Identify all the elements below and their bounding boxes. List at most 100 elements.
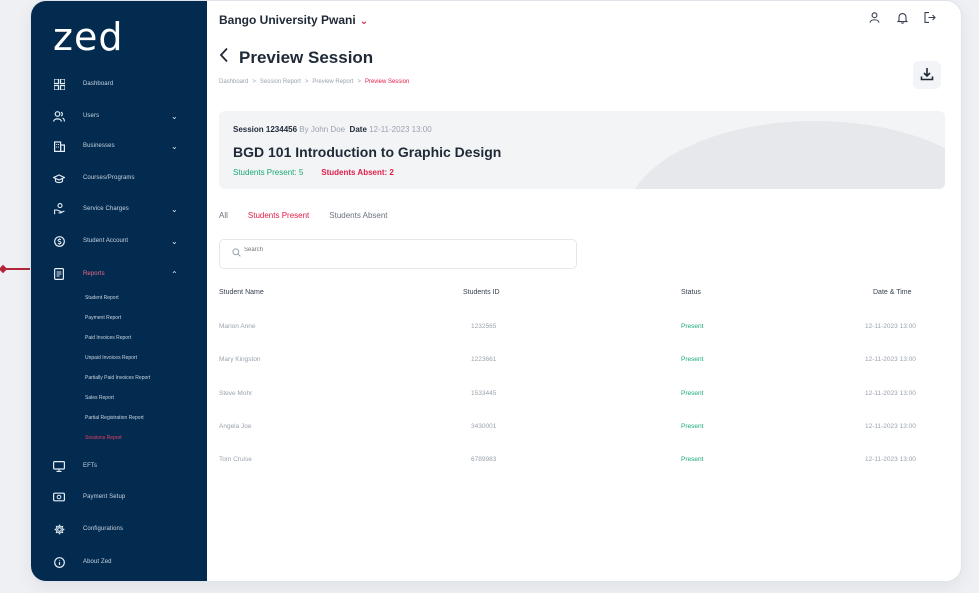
user-icon[interactable]	[867, 12, 881, 24]
download-icon	[920, 67, 934, 84]
university-selector[interactable]: Bango University Pwani ⌄	[219, 13, 368, 27]
sidebar-item-label: Student Account	[83, 238, 129, 244]
sidebar-subitem-student-report[interactable]: Student Report	[85, 295, 119, 301]
session-author: By John Doe	[299, 125, 346, 134]
university-name: Bango University Pwani	[219, 13, 356, 27]
student-id: 6789983	[471, 456, 497, 463]
student-id: 1533445	[471, 390, 497, 397]
sidebar: zed Dashboard Users ⌄ Businesses ⌄ Cours…	[31, 1, 207, 581]
table-row[interactable]: Mary Kingston 1223661 Present 12-11-2023…	[219, 356, 945, 390]
table-row[interactable]: Tom Cruise 6789983 Present 12-11-2023 13…	[219, 456, 945, 490]
sidebar-item-label: EFTs	[83, 463, 98, 469]
sidebar-item-label: Businesses	[83, 143, 115, 149]
table-row[interactable]: Angela Joe 3430001 Present 12-11-2023 13…	[219, 423, 945, 457]
sidebar-subitem-paid-invoices-report[interactable]: Paid Invoices Report	[85, 335, 131, 341]
student-name: Steve Mohr	[219, 390, 253, 397]
sidebar-subitem-sessions-report[interactable]: Sessions Report	[85, 435, 122, 441]
student-name: Marion Anne	[219, 323, 256, 330]
sidebar-subitem-partially-paid-invoices-report[interactable]: Partially Paid Invoices Report	[85, 375, 150, 381]
table-row[interactable]: Steve Mohr 1533445 Present 12-11-2023 13…	[219, 390, 945, 424]
breadcrumb-separator: >	[357, 79, 361, 85]
column-header-student-name[interactable]: Student Name	[219, 289, 264, 296]
chevron-down-icon: ⌄	[359, 16, 369, 27]
sidebar-subitem-partial-registration-report[interactable]: Partial Registration Report	[85, 415, 144, 421]
status-badge: Present	[681, 323, 704, 330]
column-header-date-time[interactable]: Date & Time	[873, 289, 912, 296]
report-icon	[53, 268, 65, 280]
sidebar-subitem-sales-report[interactable]: Sales Report	[85, 395, 114, 401]
student-id: 3430001	[471, 423, 497, 430]
bell-icon[interactable]	[895, 12, 909, 24]
sidebar-item-dashboard[interactable]: Dashboard	[31, 73, 207, 95]
hand-coin-icon	[53, 203, 65, 215]
card-decoration	[625, 121, 945, 189]
sidebar-item-student-account[interactable]: Student Account ⌄	[31, 230, 207, 252]
student-id: 1223661	[471, 356, 497, 363]
date-time: 12-11-2023 13:00	[865, 323, 916, 330]
filter-tabs: All Students Present Students Absent	[219, 211, 388, 220]
search-input[interactable]	[244, 247, 544, 253]
students-absent-count: Students Absent: 2	[321, 168, 394, 177]
tab-students-present[interactable]: Students Present	[248, 211, 309, 220]
chevron-down-icon: ⌄	[171, 204, 178, 214]
zed-logo[interactable]: zed	[53, 15, 123, 59]
session-date-label: Date	[349, 125, 367, 134]
header-actions	[867, 12, 937, 24]
date-time: 12-11-2023 13:00	[865, 390, 916, 397]
sidebar-item-service-charges[interactable]: Service Charges ⌄	[31, 198, 207, 220]
sidebar-item-about-zed[interactable]: About Zed	[31, 551, 207, 573]
sidebar-item-courses[interactable]: Courses/Programs	[31, 167, 207, 189]
column-header-students-id[interactable]: Students ID	[463, 289, 500, 296]
tab-students-absent[interactable]: Students Absent	[329, 211, 387, 220]
breadcrumb-item[interactable]: Dashboard	[219, 79, 248, 85]
table-row[interactable]: Marion Anne 1232565 Present 12-11-2023 1…	[219, 323, 945, 357]
attendance-stats: Students Present: 5 Students Absent: 2	[233, 168, 394, 177]
breadcrumb-separator: >	[304, 79, 309, 85]
date-time: 12-11-2023 13:00	[865, 423, 916, 430]
chevron-up-icon: ⌃	[171, 269, 178, 279]
download-button[interactable]	[913, 61, 941, 89]
breadcrumb-separator: >	[252, 79, 256, 85]
back-arrow-icon[interactable]	[219, 47, 229, 68]
info-icon	[53, 556, 65, 568]
sidebar-item-label: Reports	[83, 271, 105, 277]
student-name: Mary Kingston	[219, 356, 261, 363]
search-box	[219, 239, 577, 269]
sidebar-item-payment-setup[interactable]: Payment Setup	[31, 486, 207, 508]
date-time: 12-11-2023 13:00	[865, 456, 916, 463]
sidebar-item-efts[interactable]: EFTs	[31, 455, 207, 477]
tab-all[interactable]: All	[219, 211, 228, 220]
sidebar-item-businesses[interactable]: Businesses ⌄	[31, 135, 207, 157]
sidebar-item-label: Courses/Programs	[83, 175, 135, 181]
chevron-down-icon: ⌄	[171, 141, 178, 151]
sidebar-item-label: Dashboard	[83, 81, 114, 87]
session-meta: Session 1234456 By John Doe Date 12-11-2…	[233, 125, 432, 134]
pointer-arrow	[0, 264, 34, 274]
sidebar-subitem-unpaid-invoices-report[interactable]: Unpaid Invoices Report	[85, 355, 137, 361]
breadcrumb: Dashboard > Session Report > Preview Report >…	[219, 79, 409, 85]
sidebar-item-configurations[interactable]: Configurations	[31, 518, 207, 540]
sidebar-item-label: Users	[83, 113, 100, 119]
sidebar-item-users[interactable]: Users ⌄	[31, 105, 207, 127]
column-header-status[interactable]: Status	[681, 289, 701, 296]
cash-icon	[53, 491, 65, 503]
app-window: zed Dashboard Users ⌄ Businesses ⌄ Cours…	[30, 0, 962, 582]
grid-icon	[53, 78, 65, 90]
gear-icon	[53, 523, 65, 535]
book-icon	[53, 172, 65, 184]
course-title: BGD 101 Introduction to Graphic Design	[233, 144, 502, 160]
student-name: Angela Joe	[219, 423, 252, 430]
page-title: Preview Session	[239, 47, 374, 67]
date-time: 12-11-2023 13:00	[865, 356, 916, 363]
search-icon	[232, 248, 241, 259]
students-present-count: Students Present: 5	[233, 168, 304, 177]
sidebar-item-label: Configurations	[83, 526, 124, 532]
logout-icon[interactable]	[923, 12, 937, 24]
session-summary-card: Session 1234456 By John Doe Date 12-11-2…	[219, 111, 945, 189]
breadcrumb-item[interactable]: Session Report	[260, 79, 301, 85]
sidebar-subitem-payment-report[interactable]: Payment Report	[85, 315, 121, 321]
breadcrumb-item[interactable]: Preview Report	[312, 79, 353, 85]
sidebar-item-reports[interactable]: Reports ⌃	[31, 263, 207, 285]
student-id: 1232565	[471, 323, 497, 330]
sidebar-item-label: Service Charges	[83, 206, 129, 212]
